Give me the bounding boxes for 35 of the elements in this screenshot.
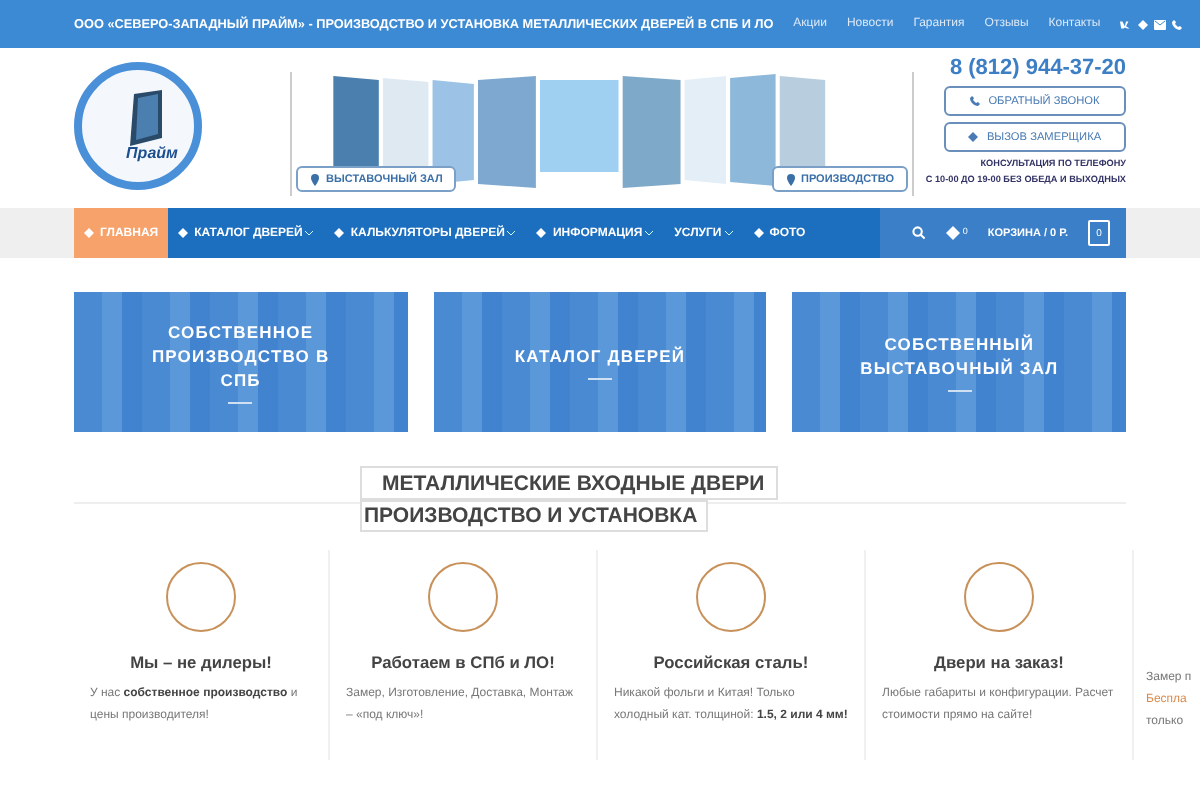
diamond-icon bbox=[968, 132, 979, 142]
map-pin-icon bbox=[785, 173, 795, 185]
feature-title: Двери на заказ! bbox=[934, 652, 1064, 672]
phone-number[interactable]: 8 (812) 944-37-20 bbox=[949, 56, 1126, 80]
phone-icon[interactable] bbox=[1172, 19, 1183, 29]
circle-icon bbox=[428, 562, 498, 632]
chevron-icon bbox=[304, 230, 315, 236]
category-card[interactable]: КАТАЛОГ ДВЕРЕЙ bbox=[433, 292, 767, 432]
feature-title: Работаем в СПб и ЛО! bbox=[371, 652, 555, 672]
diamond-icon bbox=[753, 228, 764, 238]
door-icon bbox=[126, 90, 166, 146]
chevron-icon bbox=[506, 230, 517, 236]
phone-icon bbox=[970, 96, 981, 106]
circle-icon bbox=[166, 562, 236, 632]
diamond-icon bbox=[334, 228, 345, 238]
section-subtitle: ПРОИЗВОДСТВО И УСТАНОВКА bbox=[360, 500, 708, 532]
feature-title: Российская сталь! bbox=[653, 652, 809, 672]
diamond-icon[interactable] bbox=[1138, 19, 1149, 29]
chevron-icon bbox=[644, 230, 655, 236]
section-title: МЕТАЛЛИЧЕСКИЕ ВХОДНЫЕ ДВЕРИ bbox=[360, 466, 779, 500]
mail-icon[interactable] bbox=[1154, 19, 1167, 29]
diamond-icon bbox=[84, 228, 94, 238]
chevron-icon bbox=[723, 230, 734, 236]
diamond-icon bbox=[178, 228, 189, 238]
map-pin-icon bbox=[310, 173, 320, 185]
diamond-icon bbox=[536, 228, 547, 238]
diamond-icon bbox=[946, 226, 961, 240]
circle-icon bbox=[696, 562, 766, 632]
search-icon[interactable] bbox=[912, 226, 927, 240]
feature-title: Мы – не дилеры! bbox=[130, 652, 272, 672]
vk-icon[interactable] bbox=[1120, 19, 1133, 29]
category-card[interactable]: СОБСТВЕННЫЙ ВЫСТАВОЧНЫЙ ЗАЛ bbox=[792, 292, 1127, 432]
logo[interactable]: Прайм bbox=[74, 62, 202, 190]
category-card[interactable]: СОБСТВЕННОЕ ПРОИЗВОДСТВО В СПБ bbox=[74, 292, 408, 432]
circle-icon bbox=[964, 562, 1034, 632]
